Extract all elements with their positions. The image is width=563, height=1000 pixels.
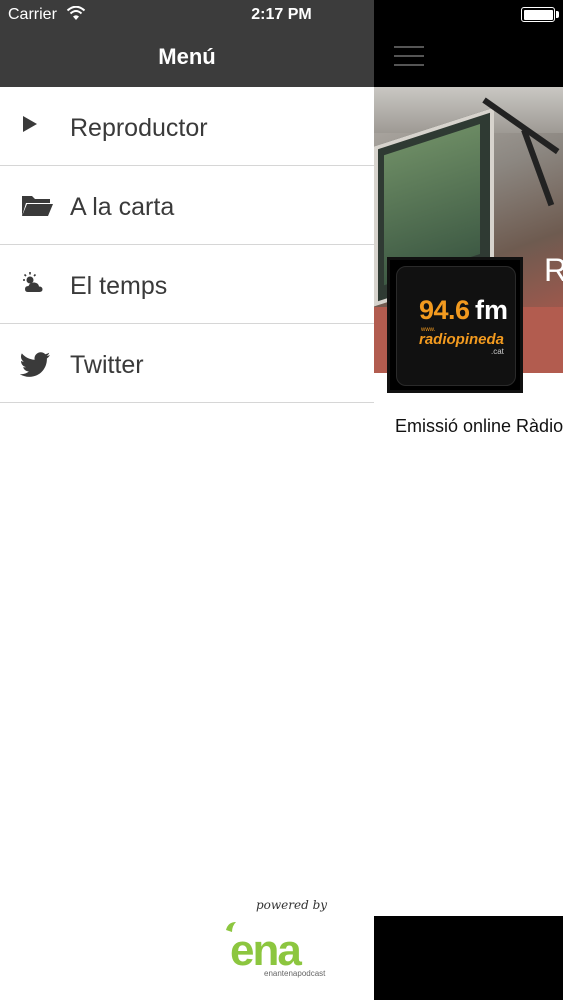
menu-item-reproductor[interactable]: Reproductor xyxy=(0,87,374,166)
hamburger-menu-icon[interactable] xyxy=(394,46,424,68)
logo-unit: fm xyxy=(475,295,508,325)
clock: 2:17 PM xyxy=(251,6,312,23)
twitter-icon xyxy=(19,350,54,378)
play-icon xyxy=(20,113,54,141)
folder-icon xyxy=(20,192,54,220)
station-title: R xyxy=(544,252,563,288)
ena-logo: ena enantenapodcast xyxy=(226,922,326,978)
drawer-title: Menú xyxy=(158,44,216,69)
menu-item-label: Twitter xyxy=(70,351,144,379)
powered-by-label: powered by xyxy=(256,898,328,912)
stream-description: Emissió online Ràdio xyxy=(395,416,563,436)
logo-frequency: 94.6 xyxy=(419,295,470,325)
menu-item-twitter[interactable]: Twitter xyxy=(0,324,374,403)
status-bar: Carrier 2:17 PM xyxy=(0,0,563,30)
logo-station-name: radiopineda xyxy=(419,331,505,348)
menu-item-label: Reproductor xyxy=(70,114,208,142)
menu-item-label: El temps xyxy=(70,272,168,300)
player-bar xyxy=(374,916,563,1000)
logo-tld: .cat xyxy=(491,347,504,356)
menu-item-el-temps[interactable]: El temps xyxy=(0,245,374,324)
battery-icon xyxy=(521,7,555,22)
menu-item-label: A la carta xyxy=(70,193,175,221)
menu-item-a-la-carta[interactable]: A la carta xyxy=(0,166,374,245)
station-logo: 94.6 fm www. radiopineda .cat xyxy=(387,257,523,393)
ena-brand-text: ena xyxy=(230,926,302,975)
side-drawer: Menú Reproductor A la carta El temps Twi… xyxy=(0,0,374,1000)
ena-brand-subtext: enantenapodcast xyxy=(264,969,326,978)
app-content-pane xyxy=(374,0,563,1000)
battery-tip xyxy=(556,11,559,18)
weather-icon xyxy=(20,271,54,299)
